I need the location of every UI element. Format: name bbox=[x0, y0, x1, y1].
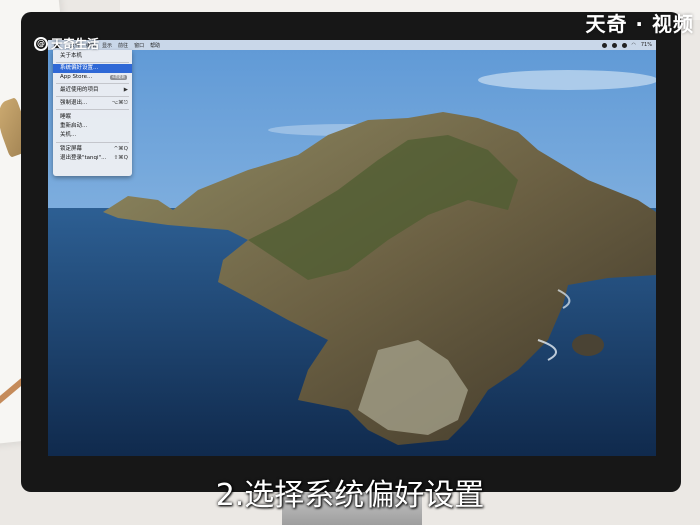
menu-item-about[interactable]: 关于本机 bbox=[53, 52, 132, 61]
status-icon[interactable] bbox=[601, 42, 607, 48]
menu-separator bbox=[56, 83, 129, 84]
submenu-arrow-icon: ▶ bbox=[123, 87, 128, 93]
menu-go[interactable]: 前往 bbox=[118, 42, 128, 49]
apple-menu-dropdown: 关于本机 系统偏好设置... App Store... 6项更新 最近使用的项目… bbox=[53, 50, 132, 176]
update-badge: 6项更新 bbox=[110, 75, 127, 80]
menu-item-recent-items[interactable]: 最近使用的项目 ▶ bbox=[53, 86, 132, 95]
menu-item-sleep[interactable]: 睡眠 bbox=[53, 113, 132, 122]
menu-item-lock-screen[interactable]: 锁定屏幕 ^⌘Q bbox=[53, 145, 132, 154]
mac-menu-bar: 文件 编辑 显示 前往 窗口 帮助 ◠ 71% bbox=[48, 40, 656, 50]
shortcut-lock-screen: ^⌘Q bbox=[113, 146, 128, 152]
menu-separator bbox=[56, 96, 129, 97]
mac-screen: 文件 编辑 显示 前往 窗口 帮助 ◠ 71% 关于本机 系统偏好设置... A… bbox=[48, 40, 656, 456]
catalina-wallpaper bbox=[48, 40, 656, 456]
shortcut-force-quit: ⌥⌘⎋ bbox=[111, 100, 128, 106]
menu-view[interactable]: 显示 bbox=[102, 42, 112, 49]
menu-help[interactable]: 帮助 bbox=[150, 42, 160, 49]
menu-item-log-out[interactable]: 退出登录"tanqi"... ⇧⌘Q bbox=[53, 154, 132, 163]
menu-item-system-preferences[interactable]: 系统偏好设置... bbox=[53, 64, 132, 73]
menu-item-app-store[interactable]: App Store... 6项更新 bbox=[53, 73, 132, 82]
menu-item-restart[interactable]: 重新启动... bbox=[53, 122, 132, 131]
wifi-icon[interactable]: ◠ bbox=[632, 42, 636, 48]
menu-separator bbox=[56, 142, 129, 143]
brand-logo-text: 天奇生活 bbox=[51, 37, 100, 51]
menu-separator bbox=[56, 62, 129, 63]
status-area: ◠ 71% bbox=[601, 40, 652, 50]
brand-logo: @ 天奇生活 bbox=[34, 35, 99, 52]
status-icon[interactable] bbox=[611, 42, 617, 48]
menu-item-shutdown[interactable]: 关机... bbox=[53, 131, 132, 140]
brand-logo-icon: @ bbox=[34, 36, 48, 51]
shortcut-log-out: ⇧⌘Q bbox=[113, 155, 128, 161]
menu-item-force-quit[interactable]: 强制退出... ⌥⌘⎋ bbox=[53, 99, 132, 108]
status-icon[interactable] bbox=[621, 42, 627, 48]
menu-window[interactable]: 窗口 bbox=[134, 42, 144, 49]
menu-separator bbox=[56, 109, 129, 110]
battery-percent[interactable]: 71% bbox=[641, 42, 652, 48]
video-watermark: 天奇 · 视频 bbox=[585, 12, 694, 36]
video-subtitle: 2.选择系统偏好设置 bbox=[215, 478, 485, 513]
